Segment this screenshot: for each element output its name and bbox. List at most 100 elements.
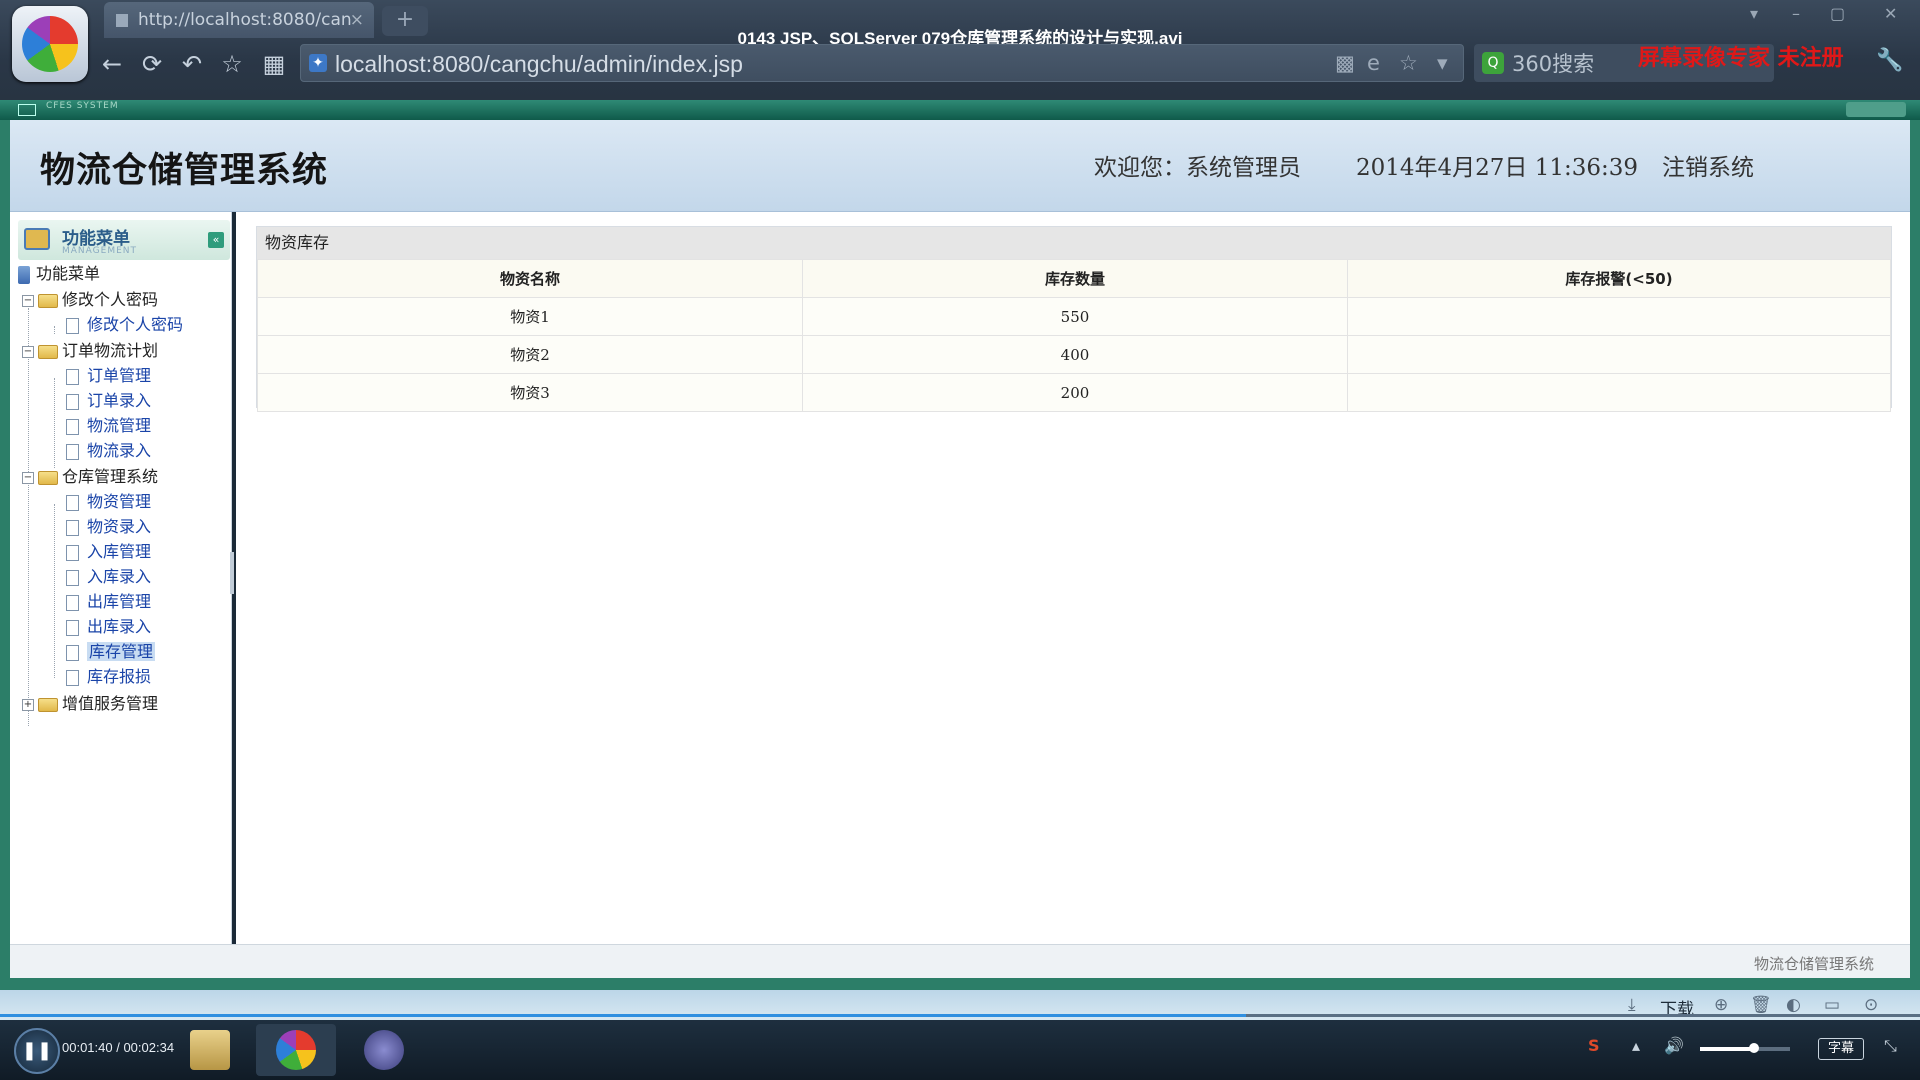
volume-icon[interactable]: 🔊: [1664, 1036, 1684, 1055]
collapse-icon[interactable]: −: [22, 294, 34, 307]
eclipse-icon: [364, 1030, 404, 1070]
tree-group-value-added[interactable]: + 增值服务管理: [22, 692, 158, 716]
tree-group-warehouse[interactable]: − 仓库管理系统: [22, 465, 158, 489]
search-engine-icon[interactable]: Q: [1482, 52, 1504, 74]
back-icon[interactable]: ←: [96, 48, 128, 80]
frame-nav-buttons[interactable]: [1846, 102, 1906, 117]
taskbar-360-browser[interactable]: [256, 1024, 336, 1076]
tree-item-outbound-manage[interactable]: 出库管理: [66, 590, 151, 614]
datetime: 2014年4月27日 11:36:39: [1356, 155, 1639, 181]
minimize-icon[interactable]: –: [1792, 4, 1800, 23]
status-text: 物流仓储管理系统: [1753, 955, 1874, 973]
tree-item-outbound-entry[interactable]: 出库录入: [66, 615, 151, 639]
volume-fill[interactable]: [1700, 1047, 1754, 1051]
maximize-icon[interactable]: ▢: [1830, 4, 1845, 23]
table-cell: 550: [802, 297, 1348, 336]
pause-button[interactable]: ❚❚: [14, 1028, 60, 1074]
tree-item-inbound-entry[interactable]: 入库录入: [66, 565, 151, 589]
page-icon: [66, 393, 79, 410]
site-security-icon[interactable]: ✦: [309, 54, 327, 72]
subtitle-button[interactable]: 字幕: [1818, 1038, 1864, 1060]
tree-group-order-logistics[interactable]: − 订单物流计划: [22, 339, 158, 363]
qr-code-icon[interactable]: ▩: [1335, 51, 1355, 75]
tree-item-material-entry[interactable]: 物资录入: [66, 515, 151, 539]
tree-item-order-entry[interactable]: 订单录入: [66, 389, 151, 413]
folder-open-icon: [38, 344, 58, 359]
url-text[interactable]: localhost:8080/cangchu/admin/index.jsp: [335, 45, 743, 83]
sidebar-splitter[interactable]: [230, 552, 234, 594]
exit-fullscreen-icon[interactable]: ⤡: [1884, 1036, 1897, 1056]
seek-bar-fill[interactable]: [0, 1014, 1247, 1017]
delete-icon[interactable]: 🗑: [1750, 995, 1772, 1015]
tree-item-change-password[interactable]: 修改个人密码: [66, 313, 183, 337]
tree-item-order-manage[interactable]: 订单管理: [66, 364, 151, 388]
tree-item-logistics-manage[interactable]: 物流管理: [66, 414, 151, 438]
folder-open-icon: [38, 293, 58, 308]
welcome-text: 欢迎您：系统管理员: [1094, 155, 1301, 181]
table-cell: 物资2: [257, 335, 803, 374]
status-bar: 物流仓储管理系统: [10, 944, 1910, 978]
folder-open-icon: [38, 470, 58, 485]
expand-icon[interactable]: +: [22, 698, 34, 711]
taskbar-folder[interactable]: [170, 1024, 250, 1076]
frame-bottom: [0, 978, 1920, 990]
undo-close-icon[interactable]: ↶: [176, 48, 208, 80]
monitor-icon: [18, 104, 36, 116]
tree-item-logistics-entry[interactable]: 物流录入: [66, 439, 151, 463]
tree-item-inbound-manage[interactable]: 入库管理: [66, 540, 151, 564]
download-icon[interactable]: ⤓: [1628, 995, 1636, 1015]
window-icon[interactable]: ▭: [1824, 995, 1840, 1015]
menu-header-subtitle: MANAGEMENT: [62, 246, 137, 256]
favorite-icon[interactable]: ☆: [216, 48, 248, 80]
address-bar[interactable]: ✦ localhost:8080/cangchu/admin/index.jsp…: [300, 44, 1464, 82]
page-icon: [66, 368, 79, 385]
zoom-icon[interactable]: ⊙: [1864, 995, 1878, 1015]
add-icon[interactable]: ⊕: [1714, 995, 1728, 1015]
settings-wrench-icon[interactable]: 🔧: [1876, 48, 1903, 73]
table-cell: [1347, 373, 1891, 412]
table-cell: [1347, 335, 1891, 374]
frame-titlebar: CFES SYSTEM: [0, 100, 1920, 120]
reload-icon[interactable]: ⟳: [136, 48, 168, 80]
column-header: 库存数量: [802, 259, 1348, 298]
sidebar: 功能菜单 MANAGEMENT « 功能菜单 − 修改个人密码 修改个人密码 − 订…: [10, 212, 232, 944]
collapse-icon[interactable]: −: [22, 345, 34, 358]
skin-icon[interactable]: ▾: [1750, 4, 1758, 23]
tree-item-inventory-loss[interactable]: 库存报损: [66, 665, 151, 689]
volume-knob[interactable]: [1749, 1043, 1759, 1053]
tree-item-inventory-manage[interactable]: 库存管理: [66, 640, 156, 664]
search-input[interactable]: 360搜索: [1512, 44, 1594, 84]
column-header: 物资名称: [257, 259, 803, 298]
apps-icon[interactable]: ▦: [258, 48, 290, 80]
folder-icon: [190, 1030, 230, 1070]
collapse-menu-icon[interactable]: «: [208, 232, 224, 248]
logout-link[interactable]: 注销系统: [1662, 148, 1754, 182]
table-row: 物资3 200: [257, 373, 1891, 412]
tree-root[interactable]: 功能菜单: [18, 262, 100, 286]
ie-mode-icon[interactable]: e: [1367, 51, 1380, 75]
page-icon: [66, 594, 79, 611]
taskbar-eclipse[interactable]: [344, 1024, 424, 1076]
audio-icon[interactable]: ◐: [1786, 995, 1801, 1015]
bookmark-star-icon[interactable]: ☆: [1399, 51, 1418, 75]
tray-arrow-icon[interactable]: ▴: [1632, 1036, 1640, 1055]
column-header: 库存报警(<50): [1347, 259, 1891, 298]
main-content: 物资库存 物资名称 库存数量 库存报警(<50) 物资1 550 物资2 400…: [236, 212, 1910, 944]
frame-brand: CFES SYSTEM: [46, 101, 119, 111]
table-row: 物资1 550: [257, 297, 1891, 336]
page-icon: [66, 619, 79, 636]
inventory-panel: 物资库存 物资名称 库存数量 库存报警(<50) 物资1 550 物资2 400…: [256, 226, 1892, 412]
table-row: 物资2 400: [257, 335, 1891, 374]
collapse-icon[interactable]: −: [22, 471, 34, 484]
table-cell: 物资3: [257, 373, 803, 412]
page-icon: [66, 494, 79, 511]
sogou-icon[interactable]: S: [1588, 1036, 1600, 1055]
frame-left: [0, 120, 10, 990]
dropdown-icon[interactable]: ▾: [1437, 51, 1448, 75]
page-icon: [66, 669, 79, 686]
tree-item-material-manage[interactable]: 物资管理: [66, 490, 151, 514]
page-icon: [66, 544, 79, 561]
tree-group-password[interactable]: − 修改个人密码: [22, 288, 158, 312]
close-icon[interactable]: ✕: [1884, 4, 1897, 23]
tree-root-label: 功能菜单: [36, 264, 101, 283]
